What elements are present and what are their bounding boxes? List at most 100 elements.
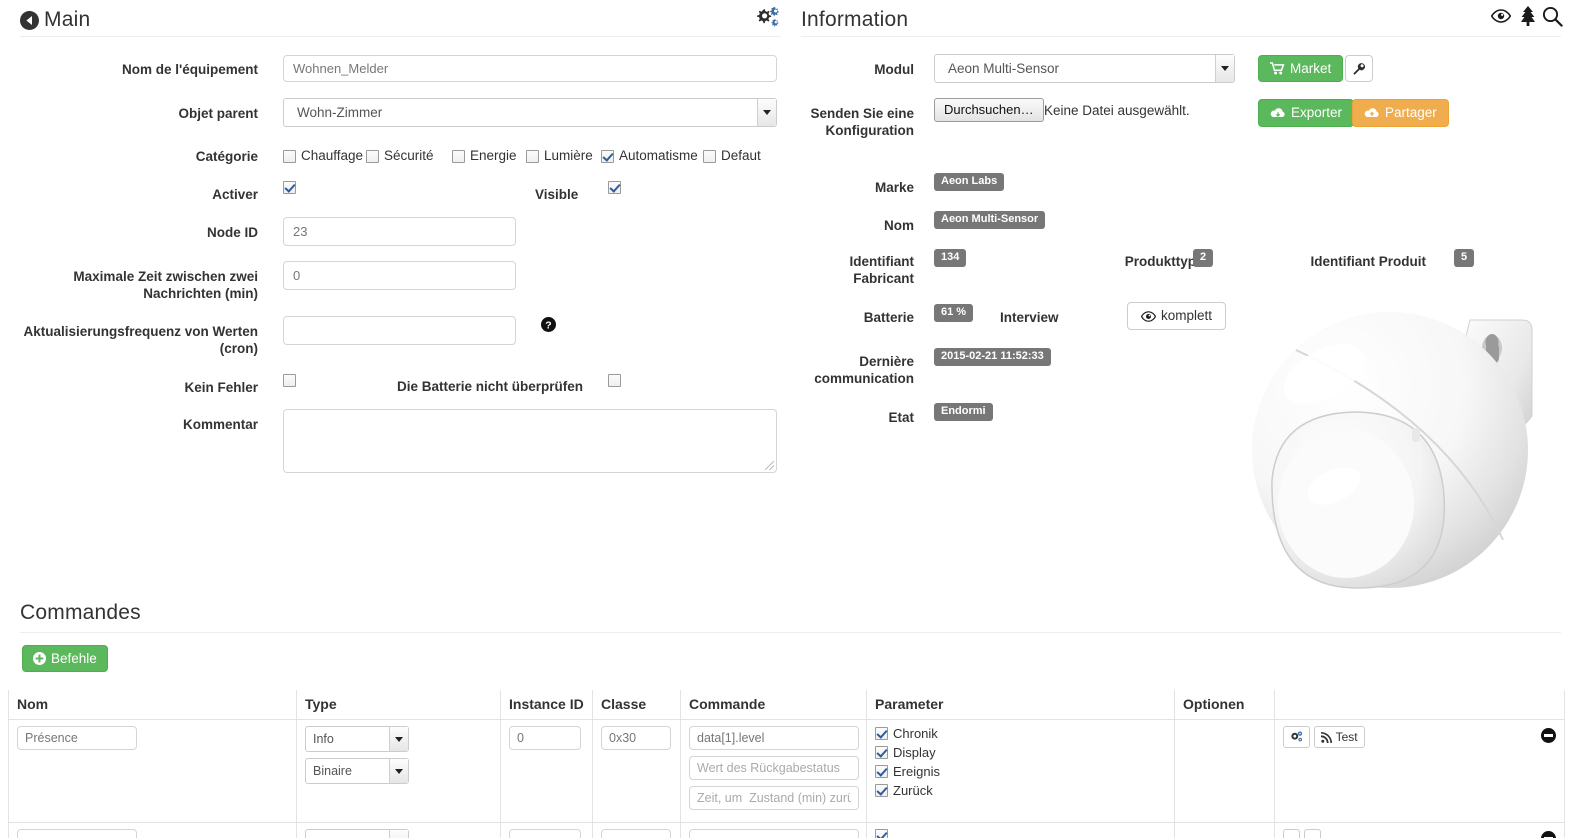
return-status-input[interactable] [689,756,859,780]
commands-table: Nom Type Instance ID Classe Commande Paramete… [8,690,1565,838]
commande-input[interactable] [689,829,859,838]
category-checkbox-automatisme[interactable] [601,150,614,163]
help-circle-icon[interactable]: ? [541,317,556,332]
category-checkbox-energie[interactable] [452,150,465,163]
cell-instance-id [500,822,593,838]
add-command-button[interactable]: Befehle [22,645,108,672]
label-interview: Interview [1000,310,1059,325]
commande-input[interactable] [689,726,859,750]
category-checkbox-sécurité[interactable] [366,150,379,163]
share-button[interactable]: Partager [1352,99,1449,127]
parameter-checkbox[interactable] [875,829,888,838]
parameter-row: Zurück [875,783,1166,798]
label-product-id: Identifiant Produit [1310,254,1427,269]
command-config-button[interactable] [1283,829,1301,838]
command-config-button[interactable] [1283,726,1310,748]
parent-object-select[interactable]: Wohn-Zimmer [283,98,777,127]
equipment-name-input[interactable] [283,55,777,82]
classe-input[interactable] [601,829,671,838]
command-type-select-wrap: InfoInfoAction [305,726,409,752]
rss-icon [1320,731,1332,743]
cell-nom [8,822,297,838]
cell-type [296,822,501,838]
state-badge: Endormi [934,403,993,421]
tree-icon[interactable] [1519,5,1537,30]
instance-id-input[interactable] [509,726,581,750]
svg-text:?: ? [545,319,551,331]
interview-complete-button[interactable]: komplett [1127,302,1227,330]
cell-optionen [1174,822,1275,838]
command-test-label: Test [1335,730,1358,744]
add-command-label: Befehle [51,650,97,666]
no-error-checkbox[interactable] [283,374,296,387]
command-test-button[interactable] [1303,829,1322,838]
commandes-title: Commandes [20,601,141,624]
aeon-multi-sensor-photo [1238,290,1572,610]
module-select[interactable]: Aeon Multi-Sensor [934,54,1235,83]
no-battery-checkbox[interactable] [608,374,621,387]
label-device-name: Nom [884,218,914,233]
gears-icon[interactable] [755,6,781,30]
parameter-row: Chronik [875,726,1166,741]
command-type-select[interactable] [305,829,409,838]
instance-id-input[interactable] [509,829,581,838]
parameter-label-zurück: Zurück [893,783,933,798]
label-battery: Batterie [863,310,914,325]
label-send-config: Senden Sie eine Konfiguration [810,106,914,138]
back-arrow-circle-icon[interactable] [20,11,39,30]
gears-icon [1290,731,1303,743]
parameter-checkbox-zurück[interactable] [875,784,888,797]
parameter-row [875,829,1166,838]
manufacturer-id-badge: 134 [934,249,967,267]
parameter-row: Ereignis [875,764,1166,779]
category-label-lumière: Lumière [544,148,593,163]
market-button-label: Market [1290,60,1332,76]
label-parent-object: Objet parent [178,106,258,121]
comment-textarea[interactable] [283,409,777,473]
cron-input[interactable] [283,316,516,345]
command-type-select[interactable]: InfoInfoAction [305,726,409,752]
last-communication-badge: 2015-02-21 11:52:33 [934,348,1051,366]
share-button-label: Partager [1385,105,1437,121]
activer-checkbox[interactable] [283,181,296,194]
category-label-defaut: Defaut [721,148,761,163]
parameter-checkbox-display[interactable] [875,746,888,759]
file-status-text: Keine Datei ausgewählt. [1044,103,1190,118]
command-name-input[interactable] [17,829,137,838]
node-id-input[interactable] [283,217,516,246]
parameter-label-ereignis: Ereignis [893,764,940,779]
market-button[interactable]: Market [1258,55,1344,82]
browse-file-button[interactable]: Durchsuchen… [934,98,1044,123]
category-checkbox-defaut[interactable] [703,150,716,163]
cell-commande [680,719,867,823]
wrench-button[interactable] [1345,55,1373,82]
command-subtype-select[interactable]: BinaireBinaireNumeriqueString [305,758,409,784]
category-checkbox-chauffage[interactable] [283,150,296,163]
label-manufacturer-id: Identifiant Fabricant [849,254,915,286]
brand-badge: Aeon Labs [934,173,1005,191]
commands-table-body: InfoInfoAction BinaireBinaireNumeriqueStr… [8,719,1565,838]
cell-commande [680,822,867,838]
delete-command-button[interactable] [1541,831,1556,838]
command-type-select-wrap [305,829,409,838]
parameter-checkbox-ereignis[interactable] [875,765,888,778]
category-checkbox-lumière[interactable] [526,150,539,163]
parent-object-select-wrap: Wohn-Zimmer [283,98,777,127]
cell-parameter [866,822,1175,838]
parameter-checkbox-chronik[interactable] [875,727,888,740]
cell-optionen [1174,719,1275,823]
return-time-input[interactable] [689,786,859,810]
export-button[interactable]: Exporter [1258,99,1355,127]
search-icon[interactable] [1542,6,1563,30]
table-row: InfoInfoAction BinaireBinaireNumeriqueStr… [8,719,1565,823]
classe-input[interactable] [601,726,671,750]
delete-command-button[interactable] [1541,728,1556,743]
max-time-input[interactable] [283,261,516,290]
cell-actions [1274,822,1565,838]
visible-checkbox[interactable] [608,181,621,194]
label-activer: Activer [212,187,258,202]
command-name-input[interactable] [17,726,137,750]
command-test-button[interactable]: Test [1313,726,1365,748]
label-brand: Marke [874,180,914,195]
eye-icon[interactable] [1490,9,1512,26]
